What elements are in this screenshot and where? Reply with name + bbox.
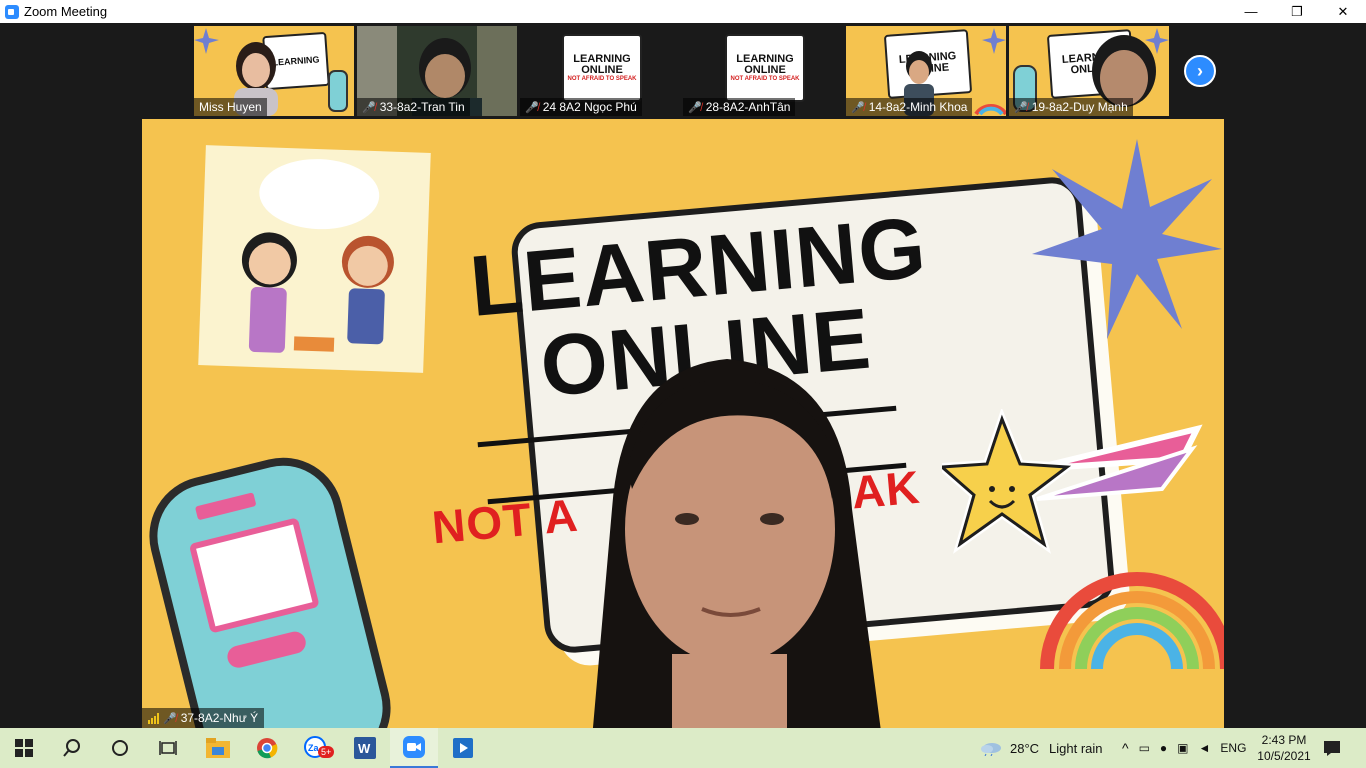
cortana-button[interactable] — [96, 728, 144, 768]
system-tray: ^ ▭ ● ▣ ◄ ENG — [1122, 728, 1246, 768]
speaker-name: 37-8A2-Như Ý — [180, 711, 259, 725]
clock-time: 2:43 PM — [1261, 733, 1307, 747]
folder-icon — [206, 738, 230, 758]
start-button[interactable] — [0, 728, 48, 768]
participant-thumbnail[interactable]: LEARNING ONLINE 🎤̸ 19-8a2-Duy Mạnh — [1009, 26, 1169, 116]
participant-thumbnail[interactable]: LEARNING ONLINE NOT AFRAID TO SPEAK 🎤̸ 24 8… — [520, 26, 680, 116]
mic-muted-icon: 🎤̸ — [851, 101, 865, 114]
taskbar: Za 5+ W 28°C Light rain ^ ▭ ● ▣ ◄ ENG 2:… — [0, 728, 1366, 768]
active-speaker-video[interactable]: LEARNING ONLINE NOT A EAK 🎤̸ 37-8A2-Như … — [142, 119, 1224, 728]
svg-text:W: W — [358, 741, 371, 756]
participant-name: 🎤̸ 19-8a2-Duy Mạnh — [1009, 98, 1133, 116]
clock-date: 10/5/2021 — [1257, 749, 1311, 763]
network-icon[interactable]: ▣ — [1177, 741, 1188, 755]
title-bar: Zoom Meeting — ❐ ✕ — [0, 0, 1366, 23]
media-player-icon — [453, 738, 473, 758]
speaker-label: 🎤̸ 37-8A2-Như Ý — [142, 708, 265, 728]
chrome-button[interactable] — [243, 728, 291, 768]
poster-mini: LEARNING ONLINE NOT AFRAID TO SPEAK — [562, 34, 642, 102]
mic-muted-icon: 🎤̸ — [163, 712, 177, 725]
weather-text: Light rain — [1049, 740, 1103, 756]
chrome-icon — [257, 738, 278, 759]
star-decoration — [1032, 139, 1222, 339]
window-title: Zoom Meeting — [24, 4, 108, 19]
poster-mini: LEARNING ONLINE NOT AFRAID TO SPEAK — [725, 34, 805, 102]
word-button[interactable]: W — [341, 728, 389, 768]
participant-name: 🎤̸ 33-8a2-Tran Tin — [357, 98, 470, 116]
notification-center-button[interactable] — [1312, 728, 1352, 768]
microphone-icon[interactable]: ● — [1160, 741, 1167, 755]
participant-name: Miss Huyen — [194, 98, 267, 116]
zoom-taskbar-button[interactable] — [390, 728, 438, 768]
cortana-icon — [112, 740, 128, 756]
weather-temp: 28°C — [1010, 740, 1040, 756]
cloud-rain-icon — [981, 743, 1001, 756]
chevron-up-icon[interactable]: ^ — [1122, 740, 1129, 756]
participant-name: 🎤̸ 24 8A2 Ngọc Phú — [520, 98, 642, 116]
kids-illustration — [198, 145, 431, 373]
participant-thumbnail[interactable]: LEARNINGONLINE 🎤̸14-8a2-Minh Khoa — [846, 26, 1006, 116]
shooting-star-decoration — [942, 409, 1203, 554]
zoom-app-icon — [5, 4, 19, 19]
participant-thumbnail[interactable]: 🎤̸ 33-8a2-Tran Tin — [357, 26, 517, 116]
search-button[interactable] — [48, 728, 96, 768]
rainbow-decoration — [1040, 572, 1224, 669]
phone-illustration — [142, 444, 404, 728]
word-icon: W — [354, 737, 376, 759]
zalo-button[interactable]: Za 5+ — [292, 728, 340, 768]
next-page-button[interactable]: › — [1184, 55, 1216, 87]
file-explorer-button[interactable] — [194, 728, 242, 768]
task-view-icon — [159, 741, 177, 755]
battery-icon[interactable]: ▭ — [1139, 741, 1150, 755]
weather-widget[interactable]: 28°C Light rain — [980, 728, 1103, 768]
language-indicator[interactable]: ENG — [1220, 741, 1246, 755]
zoom-icon — [403, 736, 425, 758]
restore-button[interactable]: ❐ — [1274, 0, 1320, 23]
search-icon — [63, 739, 80, 757]
media-player-button[interactable] — [439, 728, 487, 768]
participant-thumbnail[interactable]: LEARNING Miss Huyen — [194, 26, 354, 116]
signal-strength-icon — [148, 712, 159, 724]
close-button[interactable]: ✕ — [1320, 0, 1366, 23]
participant-thumbnail[interactable]: LEARNING ONLINE NOT AFRAID TO SPEAK 🎤̸ 28-8… — [683, 26, 843, 116]
participant-name: 🎤̸ 28-8A2-AnhTân — [683, 98, 796, 116]
speaker-video-person — [592, 359, 881, 728]
minimize-button[interactable]: — — [1228, 0, 1274, 23]
participant-strip: LEARNING Miss Huyen 🎤̸ 33-8a2-Tran Tin LE… — [194, 26, 1169, 116]
clock[interactable]: 2:43 PM 10/5/2021 — [1248, 732, 1320, 764]
mic-muted-icon: 🎤̸ — [362, 101, 376, 114]
task-view-button[interactable] — [144, 728, 192, 768]
mic-muted-icon: 🎤̸ — [688, 101, 702, 114]
speaker-icon[interactable]: ◄ — [1199, 741, 1211, 755]
mic-muted-icon: 🎤̸ — [525, 101, 539, 114]
windows-icon — [15, 739, 33, 757]
participant-name: 🎤̸ 14-8a2-Minh Khoa — [846, 98, 973, 116]
mic-muted-icon: 🎤̸ — [1014, 101, 1028, 114]
chevron-right-icon: › — [1197, 60, 1203, 81]
notification-badge: 5+ — [318, 746, 335, 758]
notification-icon — [1324, 741, 1340, 756]
